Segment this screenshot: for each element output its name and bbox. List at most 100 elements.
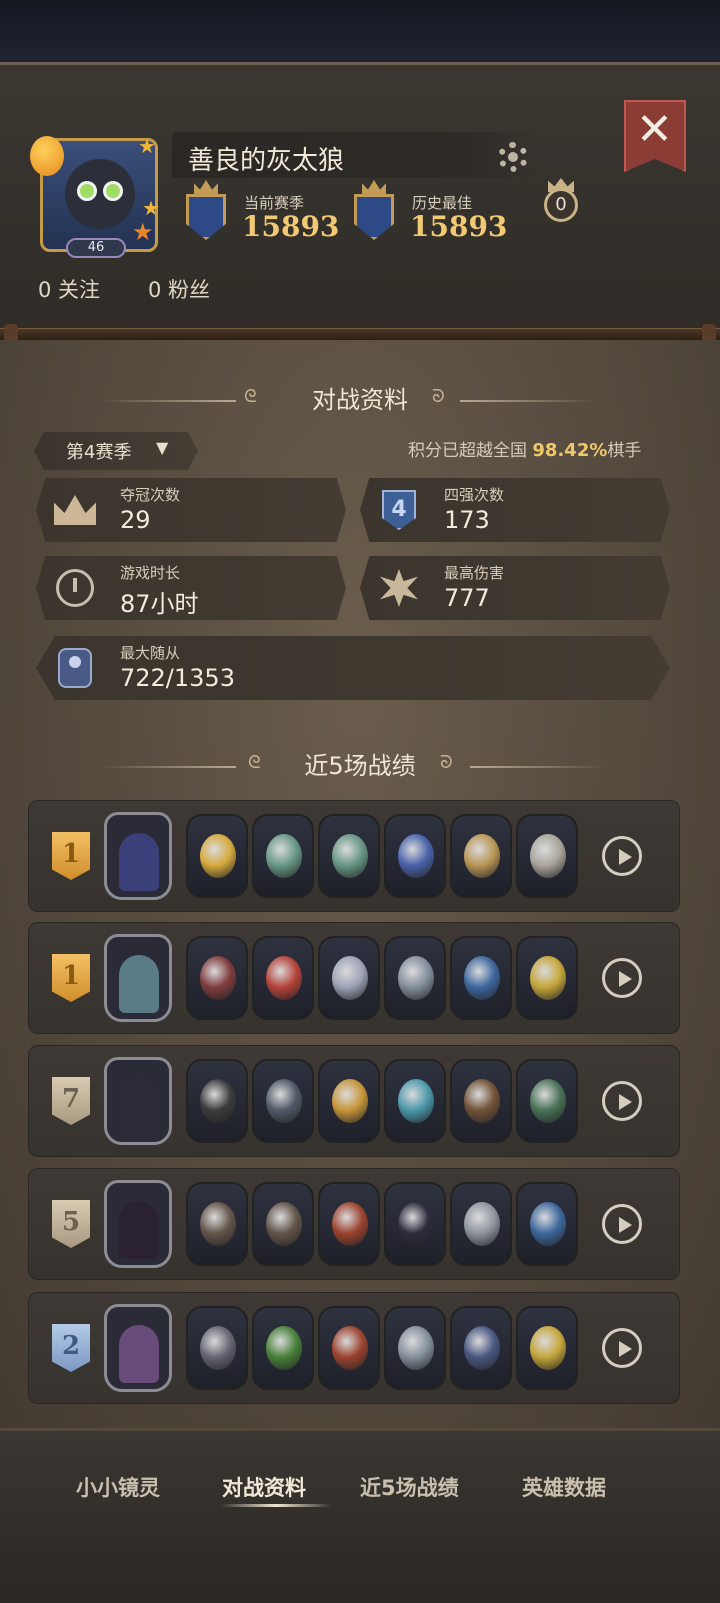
battle-info-title: 对战资料 [312,386,408,414]
following-count[interactable]: 0 关注 [38,274,100,304]
stat-card-max-minions: 最大随从 722/1353 [36,636,670,700]
rank-emblem-icon [176,180,236,242]
unit-card[interactable] [318,1059,380,1143]
unit-card[interactable] [318,814,380,898]
level-badge: 46 [66,238,126,258]
gear-icon[interactable] [498,142,528,172]
stat-label: 夺冠次数 [120,486,181,504]
tab-recent-matches[interactable]: 近5场战绩 [360,1472,459,1502]
hero-portrait[interactable] [104,1304,172,1392]
swirl-ornament-icon: ᘐ [440,752,453,773]
rank-percent: 98.42% [532,440,608,461]
match-row[interactable]: 5 [28,1168,680,1280]
unit-card[interactable] [186,936,248,1020]
followers-count[interactable]: 0 粉丝 [148,274,210,304]
rank-emblem-icon [344,180,404,242]
stat-value: 777 [444,584,490,612]
match-row[interactable]: 1 [28,922,680,1034]
stat-label: 游戏时长 [120,564,181,582]
stat-value: 722/1353 [120,664,235,692]
placement-badge: 1 [52,954,90,1002]
hero-portrait[interactable] [104,1180,172,1268]
unit-card[interactable] [384,936,446,1020]
drag-handle[interactable] [282,1418,438,1428]
unit-card[interactable] [450,1059,512,1143]
rank-percentile-note: 积分已超越全国 98.42%棋手 [408,440,642,461]
unit-card[interactable] [252,1182,314,1266]
chevron-down-icon[interactable]: ▼ [156,438,168,457]
recent-matches-title: 近5场战绩 [304,752,416,780]
divider [470,766,606,768]
hero-portrait[interactable] [104,934,172,1022]
balloon-icon [30,136,64,176]
replay-play-icon[interactable] [602,1328,642,1368]
player-name: 善良的灰太狼 [188,146,345,176]
damage-icon [380,569,418,607]
close-icon[interactable]: ✕ [636,108,673,152]
status-bar-area [0,0,720,70]
unit-card[interactable] [384,1059,446,1143]
unit-card[interactable] [450,814,512,898]
unit-card[interactable] [318,1182,380,1266]
tab-battle-info[interactable]: 对战资料 [222,1472,306,1502]
match-row[interactable]: 7 [28,1045,680,1157]
unit-card[interactable] [318,936,380,1020]
stat-label: 最大随从 [120,644,181,662]
match-row[interactable]: 1 [28,800,680,912]
current-season-score: 15893 [242,210,340,243]
replay-play-icon[interactable] [602,1204,642,1244]
star-icon: ★ [138,134,156,158]
unit-card[interactable] [516,1059,578,1143]
star-icon: ★ [142,196,160,220]
minion-icon [58,648,92,688]
hero-portrait[interactable] [104,1057,172,1145]
unit-card[interactable] [252,814,314,898]
stat-value: 29 [120,506,151,534]
bottom-tab-bar [0,1428,720,1603]
replay-play-icon[interactable] [602,836,642,876]
season-dropdown-label[interactable]: 第4赛季 [66,438,131,464]
replay-play-icon[interactable] [602,1081,642,1121]
trophy-count[interactable]: 0 [544,188,578,222]
unit-card[interactable] [384,1182,446,1266]
unit-card[interactable] [186,1182,248,1266]
stat-value: 173 [444,506,490,534]
stat-card-playtime: 游戏时长 87小时 [36,556,346,620]
replay-play-icon[interactable] [602,958,642,998]
unit-card[interactable] [516,936,578,1020]
unit-card[interactable] [450,936,512,1020]
unit-card[interactable] [384,814,446,898]
unit-card[interactable] [186,1059,248,1143]
placement-badge: 1 [52,832,90,880]
placement-badge: 5 [52,1200,90,1248]
unit-card[interactable] [450,1182,512,1266]
unit-card[interactable] [516,1306,578,1390]
stat-label: 四强次数 [444,486,505,504]
best-score: 15893 [410,210,508,243]
placement-badge: 2 [52,1324,90,1372]
stat-label: 最高伤害 [444,564,505,582]
unit-card[interactable] [186,814,248,898]
active-tab-indicator [220,1504,332,1507]
divider [460,400,596,402]
stat-card-top4: 4 四强次数 173 [360,478,670,542]
stat-card-max-damage: 最高伤害 777 [360,556,670,620]
placement-badge: 7 [52,1077,90,1125]
top4-icon: 4 [382,490,416,530]
swirl-ornament-icon: ᘐ [432,386,445,407]
hero-portrait[interactable] [104,812,172,900]
unit-card[interactable] [252,936,314,1020]
match-row[interactable]: 2 [28,1292,680,1404]
unit-card[interactable] [516,814,578,898]
unit-card[interactable] [252,1059,314,1143]
clock-icon [56,569,94,607]
unit-card[interactable] [516,1182,578,1266]
unit-card[interactable] [384,1306,446,1390]
tab-mirror-spirit[interactable]: 小小镜灵 [76,1472,160,1502]
unit-card[interactable] [252,1306,314,1390]
unit-card[interactable] [318,1306,380,1390]
unit-card[interactable] [450,1306,512,1390]
owl-avatar-icon [65,159,135,229]
tab-hero-data[interactable]: 英雄数据 [522,1472,606,1502]
unit-card[interactable] [186,1306,248,1390]
